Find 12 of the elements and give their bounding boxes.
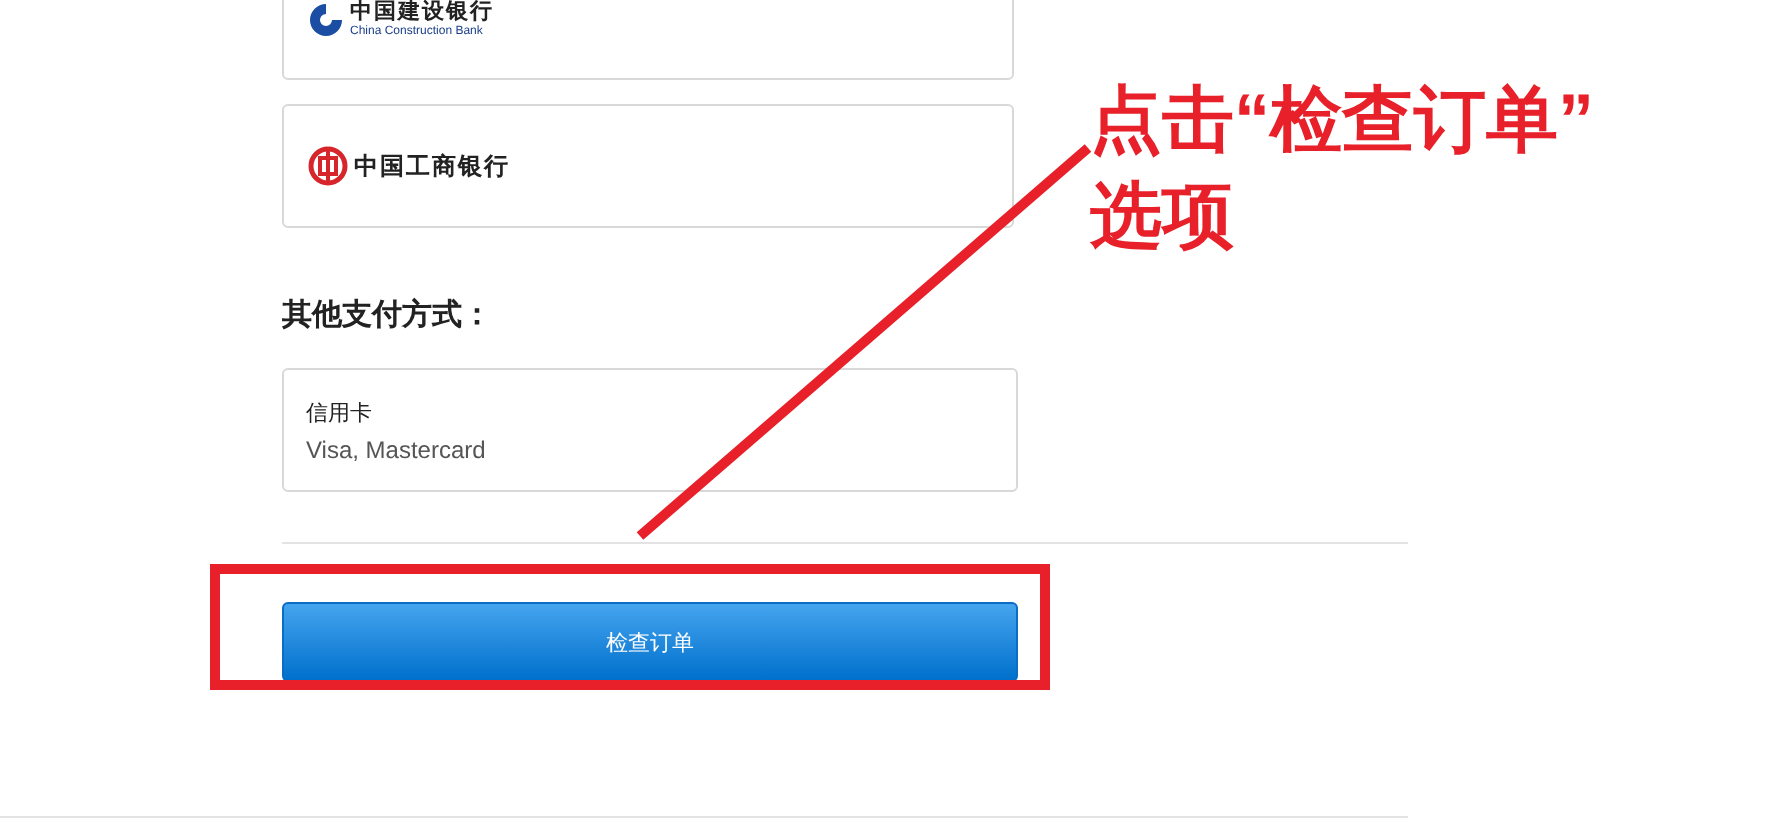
bank-name: 中国建设银行 <box>350 2 494 24</box>
bank-logo-icon <box>308 2 344 38</box>
bank-logo-icon <box>308 146 348 186</box>
payment-option[interactable]: 信用卡 Visa, Mastercard <box>282 368 1018 492</box>
payment-title: 信用卡 <box>306 400 374 428</box>
review-order-button[interactable]: 检查订单 <box>282 602 1018 682</box>
annotation-text: 点击“检查订单” <box>1090 76 1594 164</box>
bank-option[interactable]: 中国工商银行 <box>282 104 1014 228</box>
annotation-text: 选项 <box>1090 172 1236 260</box>
bank-name: 中国工商银行 <box>354 154 510 178</box>
section-heading: 其他支付方式： <box>282 296 494 334</box>
payment-detail: Visa, Mastercard <box>306 436 488 464</box>
